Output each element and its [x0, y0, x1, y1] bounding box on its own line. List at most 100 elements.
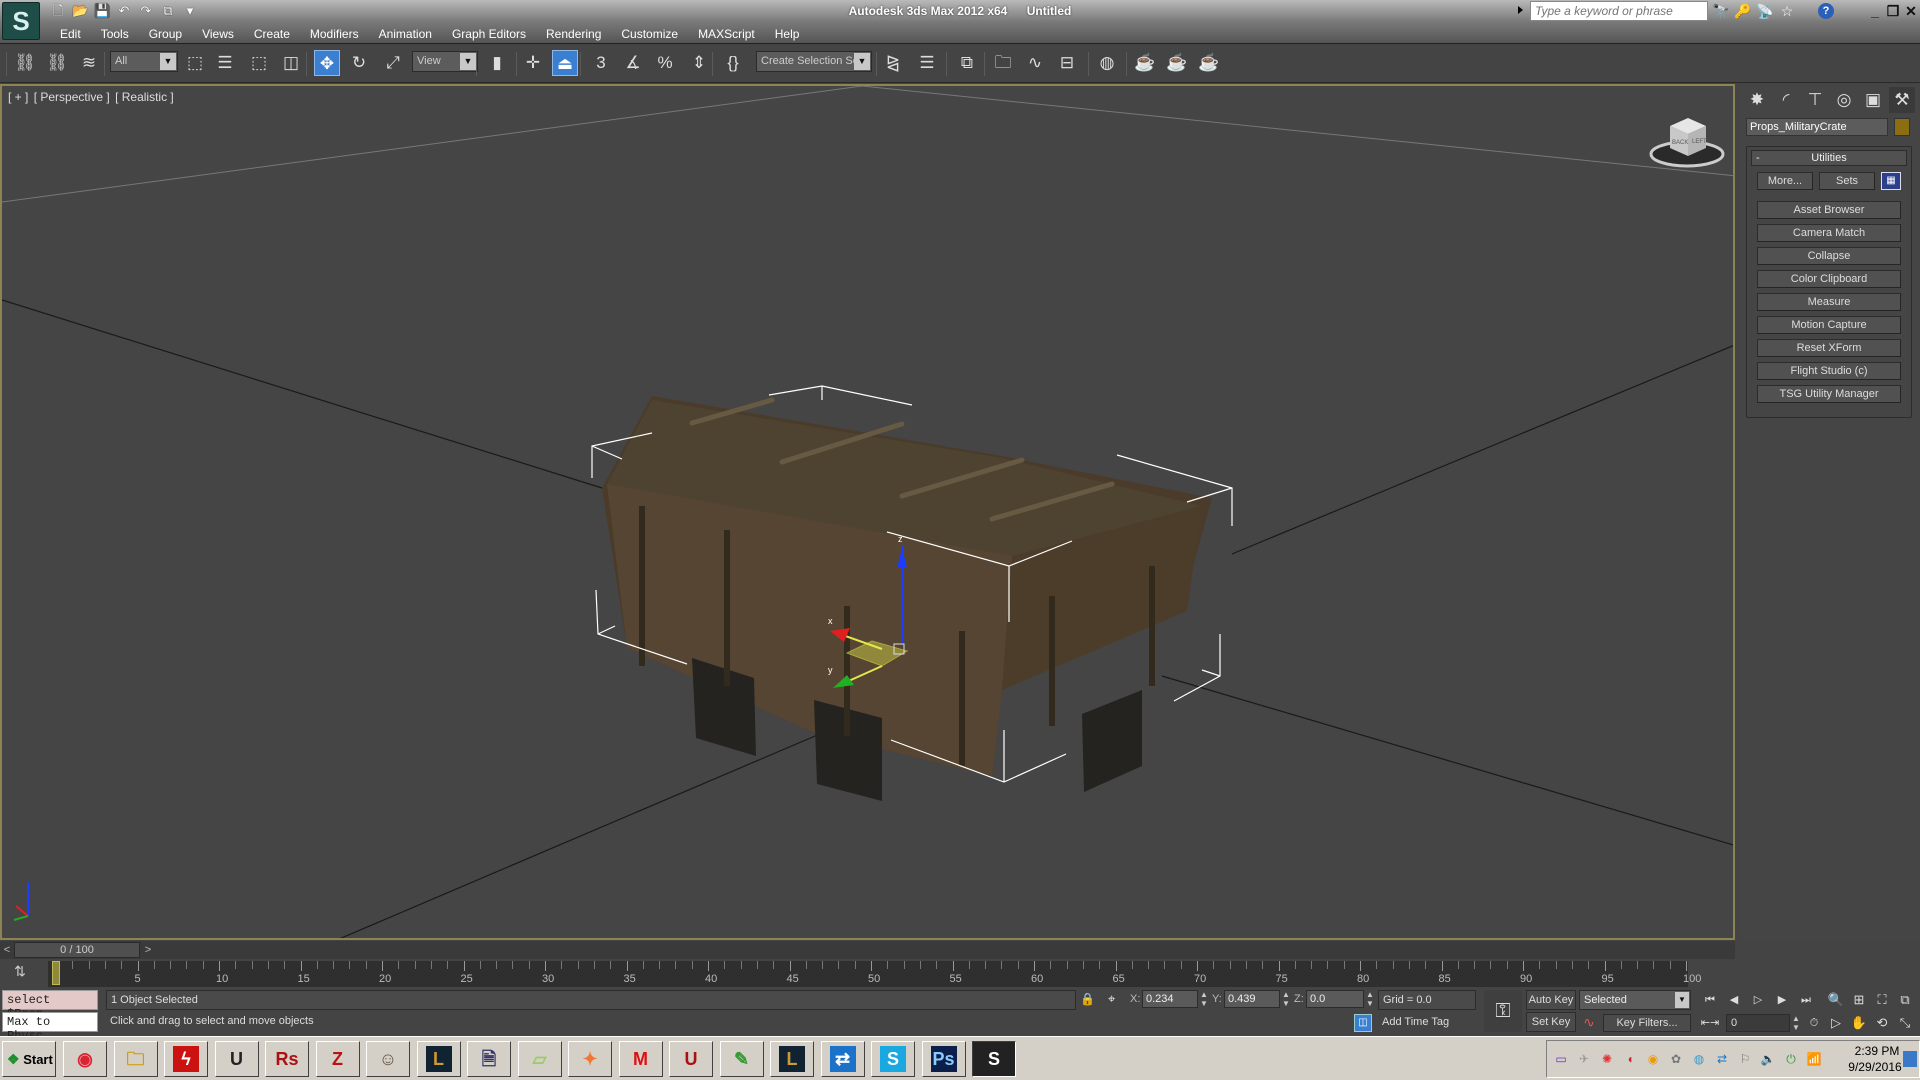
absolute-mode-transform-icon[interactable]: ⌖ [1108, 991, 1115, 1007]
keyboard-shortcut-override-icon[interactable]: ⏏ [552, 50, 578, 76]
rendered-frame-window-icon[interactable]: ☕ [1164, 50, 1190, 76]
pan-view-icon[interactable]: ✋ [1849, 1014, 1869, 1032]
utility-button[interactable]: Flight Studio (c) [1757, 362, 1901, 380]
zoom-extents-icon[interactable]: ⛶ [1872, 991, 1892, 1009]
menu-help[interactable]: Help [765, 26, 810, 42]
set-keys-key-icon[interactable]: ⚿ [1484, 990, 1522, 1032]
taskbar-app-text-document[interactable]: 🗎 [467, 1041, 511, 1077]
military-crate-mesh[interactable] [602, 396, 1212, 801]
power-icon[interactable]: ⏻ [1783, 1051, 1799, 1067]
menu-group[interactable]: Group [139, 26, 192, 42]
subscription-key-icon[interactable]: 🔑 [1734, 2, 1752, 20]
minimize-button[interactable]: _ [1868, 2, 1882, 20]
maxscript-listener-line[interactable]: select $Prop [2, 990, 98, 1021]
key-filters-button[interactable]: Key Filters... [1603, 1014, 1691, 1032]
selection-filter-dropdown[interactable]: All ▼ [110, 51, 178, 72]
taskbar-app-unity-red[interactable]: U [669, 1041, 713, 1077]
binoculars-icon[interactable]: 🔭 [1712, 2, 1730, 20]
set-key-button[interactable]: Set Key [1526, 1012, 1576, 1032]
go-to-start-icon[interactable]: ⏮ [1700, 991, 1720, 1009]
taskbar-app-unreal-engine[interactable]: U [214, 1041, 259, 1077]
menu-views[interactable]: Views [192, 26, 244, 42]
next-frame-icon[interactable]: ▶ [1772, 991, 1792, 1009]
lips-icon[interactable]: ◖ [1622, 1051, 1638, 1067]
taskbar-app-notepad-plus[interactable]: ✎ [719, 1041, 764, 1077]
select-object-icon[interactable]: ⬚ [182, 50, 208, 76]
menu-tools[interactable]: Tools [91, 26, 139, 42]
menu-edit[interactable]: Edit [50, 26, 91, 42]
taskbar-app-league-of-legends[interactable]: L [416, 1041, 461, 1077]
select-and-move-icon[interactable]: ✥ [314, 50, 340, 76]
default-in-out-tangents-icon[interactable]: ∿ [1580, 1014, 1598, 1032]
use-pivot-point-center-icon[interactable]: ▮ [484, 50, 510, 76]
frame-spinner[interactable]: ▲ ▼ [1792, 1014, 1800, 1032]
schematic-view-icon[interactable]: ⊟ [1054, 50, 1080, 76]
utilities-tab-icon[interactable]: ⚒ [1889, 87, 1915, 113]
menu-modifiers[interactable]: Modifiers [300, 26, 369, 42]
render-setup-icon[interactable]: ☕ [1132, 50, 1158, 76]
y-coordinate-field[interactable]: 0.439 [1224, 990, 1280, 1008]
show-desktop-button[interactable] [1903, 1051, 1917, 1067]
angle-snap-icon[interactable]: ∡ [620, 50, 646, 76]
curve-editor-icon[interactable]: ∿ [1022, 50, 1048, 76]
favorites-star-icon[interactable]: ☆ [1778, 2, 1796, 20]
help-icon[interactable]: ? [1818, 3, 1834, 19]
spinner-snap-icon[interactable]: ⇕ [686, 50, 712, 76]
taskbar-app-chrome[interactable]: ◉ [63, 1041, 107, 1077]
taskbar-app-dropbox-app[interactable]: ✦ [568, 1041, 612, 1077]
teamviewer-tray-icon[interactable]: ⇄ [1714, 1051, 1730, 1067]
window-crossing-icon[interactable]: ◫ [278, 50, 304, 76]
viewport-pov-label[interactable]: [ Perspective ] [34, 90, 110, 104]
more-utilities-button[interactable]: More... [1757, 172, 1813, 190]
play-icon[interactable]: ▷ [1748, 991, 1768, 1009]
percent-snap-icon[interactable]: % [652, 50, 678, 76]
taskbar-app-teamviewer[interactable]: ⇄ [820, 1041, 865, 1077]
time-slider-thumb[interactable]: 0 / 100 [14, 942, 140, 958]
add-time-tag-button[interactable]: Add Time Tag [1378, 1014, 1476, 1032]
infocenter-search-input[interactable] [1530, 1, 1708, 21]
network-dots-icon[interactable]: ✺ [1599, 1051, 1615, 1067]
previous-frame-arrow[interactable]: < [0, 941, 14, 959]
next-frame-arrow[interactable]: > [141, 941, 155, 959]
object-color-swatch[interactable] [1894, 118, 1910, 136]
selection-lock-icon[interactable]: 🔒 [1080, 992, 1095, 1006]
taskbar-app-skype[interactable]: S [871, 1041, 915, 1077]
previous-frame-icon[interactable]: ◀ [1724, 991, 1744, 1009]
timeline-ruler[interactable]: 0510152025303540455055606570758085909510… [48, 961, 1701, 987]
toolbar-grip[interactable] [6, 52, 7, 76]
utility-button[interactable]: Asset Browser [1757, 201, 1901, 219]
y-spinner[interactable]: ▲ ▼ [1282, 990, 1290, 1008]
layer-manager-icon[interactable]: ⧉ [954, 50, 980, 76]
time-configuration-icon[interactable]: ⏱ [1804, 1014, 1824, 1032]
z-spinner[interactable]: ▲ ▼ [1366, 990, 1374, 1008]
taskbar-app-sticky-notes[interactable]: ▱ [517, 1041, 562, 1077]
airplane-icon[interactable]: ✈ [1576, 1051, 1592, 1067]
taskbar-app-mcafee[interactable]: M [618, 1041, 663, 1077]
named-selection-sets-dropdown[interactable]: Create Selection Se ▼ [756, 51, 872, 72]
clock-time[interactable]: 2:39 PM [1847, 1044, 1907, 1058]
taskbar-app-league-of-legends-2[interactable]: L [770, 1041, 814, 1077]
reference-coordinate-dropdown[interactable]: View ▼ [412, 51, 478, 72]
utility-button[interactable]: Motion Capture [1757, 316, 1901, 334]
taskbar-app-3ds-max[interactable]: S [972, 1041, 1016, 1077]
menu-graph-editors[interactable]: Graph Editors [442, 26, 536, 42]
display-tab-icon[interactable]: ▣ [1860, 87, 1886, 113]
key-mode-dropdown[interactable]: Selected ▼ [1579, 990, 1691, 1010]
display-icon[interactable]: ▭ [1553, 1051, 1569, 1067]
clock-date[interactable]: 9/29/2016 [1840, 1060, 1910, 1074]
zoom-icon[interactable]: 🔍 [1826, 991, 1846, 1009]
time-tag-icon[interactable]: ◫ [1354, 1014, 1372, 1032]
viewport-label[interactable]: [ + ] [ Perspective ] [ Realistic ] [8, 90, 176, 104]
menu-customize[interactable]: Customize [611, 26, 688, 42]
utilities-rollout-header[interactable]: - Utilities [1751, 150, 1907, 166]
render-production-icon[interactable]: ☕ [1196, 50, 1222, 76]
auto-key-button[interactable]: Auto Key [1526, 990, 1576, 1010]
mirror-icon[interactable]: ⧎ [880, 50, 906, 76]
rectangular-selection-icon[interactable]: ⬚ [246, 50, 272, 76]
time-slider[interactable]: < 0 / 100 > [0, 941, 1735, 959]
utility-button[interactable]: Reset XForm [1757, 339, 1901, 357]
viewport-shading-label[interactable]: [ Realistic ] [115, 90, 174, 104]
hierarchy-tab-icon[interactable]: ⊤ [1802, 87, 1828, 113]
action-center-flag-icon[interactable]: ⚐ [1737, 1051, 1753, 1067]
menu-maxscript[interactable]: MAXScript [688, 26, 765, 42]
